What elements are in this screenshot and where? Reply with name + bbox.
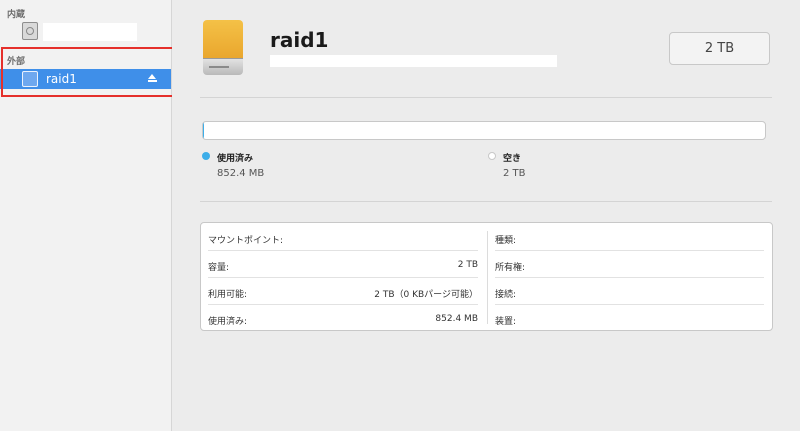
info-key: マウントポイント: — [208, 236, 284, 246]
internal-disk-icon — [22, 22, 38, 40]
info-row-connection: 接続: — [488, 277, 764, 304]
info-key: 利用可能: — [208, 290, 248, 300]
info-key: 接続: — [495, 290, 517, 300]
info-value: 852.4 MB — [435, 314, 478, 324]
info-key: 種類: — [495, 236, 517, 246]
info-row-type: 種類: — [488, 223, 764, 250]
info-row-ownership: 所有権: — [488, 250, 764, 277]
info-row-mount-point: マウントポイント: — [201, 223, 478, 250]
legend-used-dot — [202, 152, 210, 160]
legend-free-dot — [488, 152, 496, 160]
divider — [200, 97, 772, 98]
section-header-internal: 内蔵 — [7, 10, 26, 20]
info-table: マウントポイント: 容量: 2 TB 利用可能: 2 TB（0 KBパージ可能）… — [200, 222, 773, 331]
capacity-badge: 2 TB — [669, 32, 770, 65]
info-key: 装置: — [495, 317, 517, 327]
redacted-disk-name — [43, 23, 137, 41]
usage-bar — [202, 121, 766, 140]
info-value: 2 TB — [457, 260, 478, 270]
legend-used-label: 使用済み — [217, 154, 254, 164]
info-key: 所有権: — [495, 263, 526, 273]
info-key: 使用済み: — [208, 317, 248, 327]
info-row-device: 装置: — [488, 304, 764, 331]
disk-title: raid1 — [270, 28, 329, 52]
external-drive-icon — [203, 20, 243, 76]
legend-free-label: 空き — [503, 154, 522, 164]
legend-used-value: 852.4 MB — [217, 168, 265, 179]
redacted-subtitle — [270, 55, 557, 67]
info-row-capacity: 容量: 2 TB — [201, 250, 478, 277]
divider — [200, 201, 772, 202]
main-pane: raid1 2 TB 使用済み 852.4 MB 空き 2 TB マウントポイン… — [172, 0, 800, 431]
info-value: 2 TB（0 KBパージ可能） — [374, 290, 478, 300]
info-row-used: 使用済み: 852.4 MB — [201, 304, 478, 331]
info-row-available: 利用可能: 2 TB（0 KBパージ可能） — [201, 277, 478, 304]
info-key: 容量: — [208, 263, 230, 273]
sidebar: 内蔵 外部 raid1 — [0, 0, 175, 431]
legend-free-value: 2 TB — [503, 168, 526, 179]
sidebar-item-internal-disk[interactable] — [0, 21, 171, 41]
highlight-annotation — [1, 47, 175, 97]
